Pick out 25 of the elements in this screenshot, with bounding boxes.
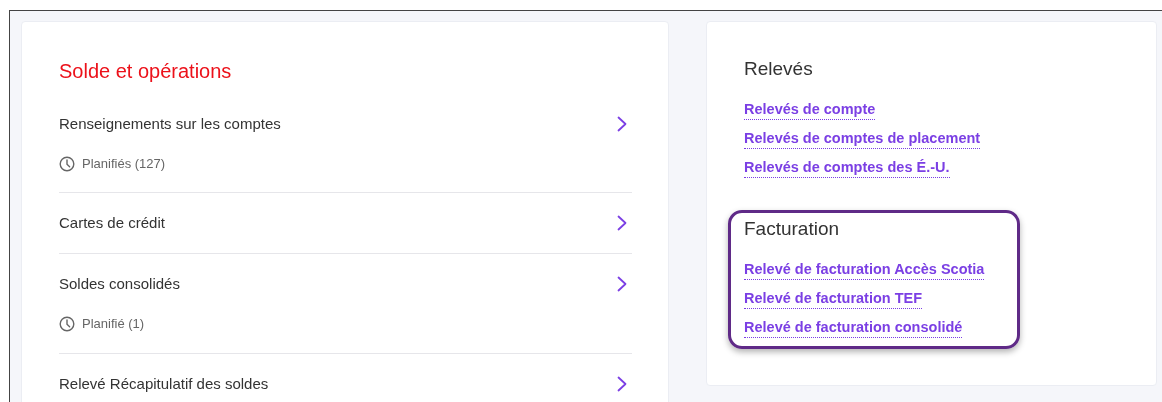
item-label: Relevé Récapitulatif des soldes	[59, 374, 269, 394]
chevron-right-icon	[617, 276, 627, 292]
statement-link[interactable]: Relevé de facturation Accès Scotia	[744, 259, 985, 280]
section-title: Solde et opérations	[59, 59, 233, 84]
chevron-right-icon	[617, 215, 627, 231]
statement-link[interactable]: Relevés de comptes de placement	[744, 128, 981, 149]
statement-link[interactable]: Relevé de facturation consolidé	[744, 317, 963, 338]
statement-link[interactable]: Relevé de facturation TEF	[744, 288, 923, 309]
chevron-right-icon	[617, 376, 627, 392]
section-title: Relevés	[744, 57, 814, 81]
schedule-note: Planifié (1)	[82, 315, 145, 333]
statement-link[interactable]: Relevés de comptes des É.-U.	[744, 157, 950, 178]
menu-item[interactable]: Soldes consolidés Planifié (1)	[59, 254, 632, 354]
item-label: Soldes consolidés	[59, 274, 180, 294]
statement-link[interactable]: Relevés de compte	[744, 99, 876, 120]
item-label: Cartes de crédit	[59, 213, 165, 233]
menu-item[interactable]: Renseignements sur les comptes Planifiés (127)	[59, 110, 632, 193]
section-title: Facturation	[744, 217, 841, 241]
menu-item[interactable]: Relevé Récapitulatif des soldes	[59, 354, 632, 402]
chevron-right-icon	[617, 116, 627, 132]
menu-item[interactable]: Cartes de crédit	[59, 193, 632, 254]
clock-icon	[59, 155, 75, 172]
item-label: Renseignements sur les comptes	[59, 114, 281, 134]
clock-icon	[59, 315, 75, 332]
schedule-note: Planifiés (127)	[82, 155, 166, 173]
